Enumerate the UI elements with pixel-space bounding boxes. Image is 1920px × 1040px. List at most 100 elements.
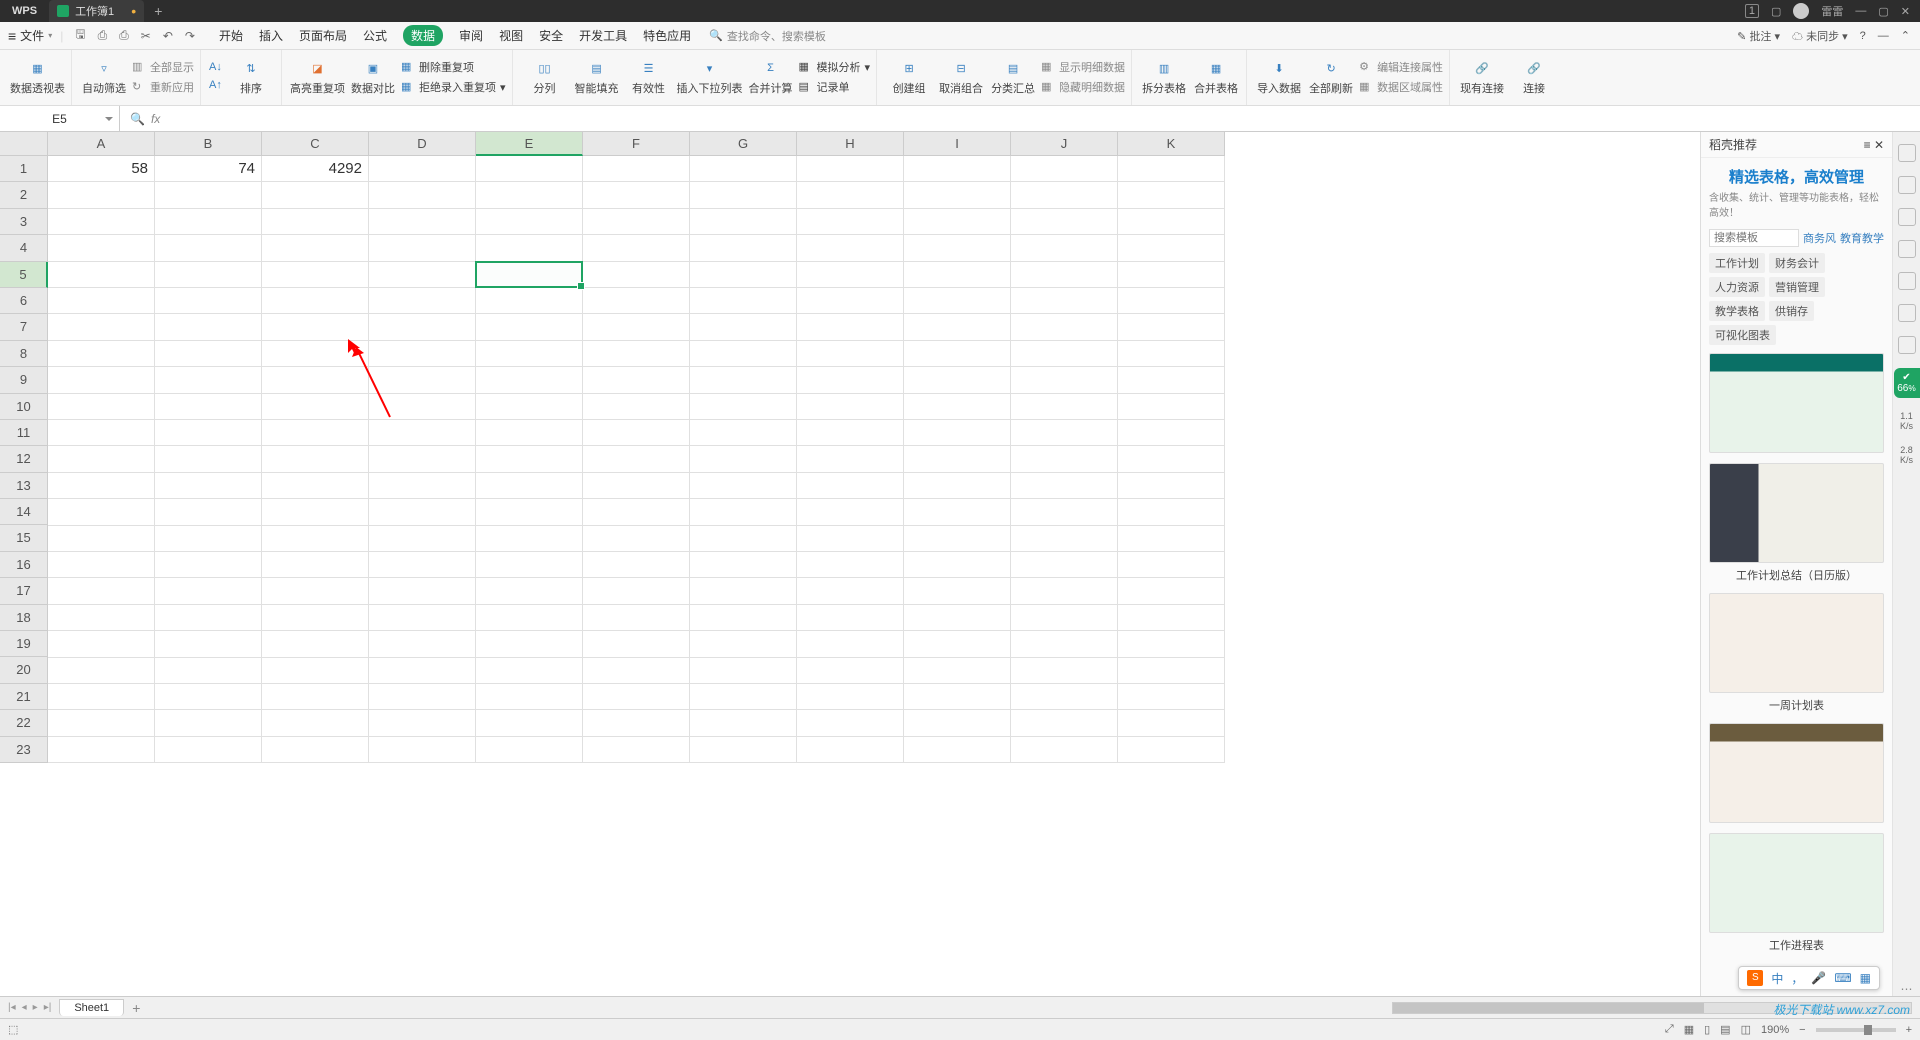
cell[interactable]: [48, 710, 155, 736]
cell[interactable]: [797, 288, 904, 314]
cell[interactable]: [262, 182, 369, 208]
cell[interactable]: [1011, 235, 1118, 261]
cell[interactable]: [797, 367, 904, 393]
spreadsheet[interactable]: ABCDEFGHIJK 1234567891011121314151617181…: [0, 132, 1700, 996]
cell[interactable]: [476, 209, 583, 235]
cell[interactable]: [369, 552, 476, 578]
rail-chart-icon[interactable]: [1898, 240, 1916, 258]
cell[interactable]: [262, 341, 369, 367]
cell[interactable]: [155, 710, 262, 736]
tab-apps[interactable]: 特色应用: [643, 27, 691, 44]
row-header[interactable]: 6: [0, 288, 48, 314]
cell[interactable]: [262, 631, 369, 657]
cell[interactable]: [48, 235, 155, 261]
subtotal-button[interactable]: ▤分类汇总: [989, 53, 1037, 101]
row-header[interactable]: 5: [0, 262, 48, 288]
tab-security[interactable]: 安全: [539, 27, 563, 44]
row-header[interactable]: 9: [0, 367, 48, 393]
cell[interactable]: [797, 658, 904, 684]
cell[interactable]: [583, 737, 690, 763]
cell[interactable]: [48, 446, 155, 472]
cell[interactable]: [155, 473, 262, 499]
cell[interactable]: [1118, 367, 1225, 393]
cell[interactable]: [904, 710, 1011, 736]
cell[interactable]: [369, 684, 476, 710]
cell[interactable]: [583, 182, 690, 208]
cell[interactable]: [155, 737, 262, 763]
zoom-slider[interactable]: [1816, 1028, 1896, 1032]
cell[interactable]: [262, 420, 369, 446]
zoom-out-button[interactable]: −: [1799, 1024, 1805, 1036]
cell[interactable]: [262, 658, 369, 684]
cell[interactable]: [155, 578, 262, 604]
cell[interactable]: [155, 341, 262, 367]
cell[interactable]: [1118, 737, 1225, 763]
cell[interactable]: [369, 658, 476, 684]
cell[interactable]: [476, 314, 583, 340]
row-header[interactable]: 15: [0, 525, 48, 551]
template-card[interactable]: [1709, 353, 1884, 453]
column-header[interactable]: E: [476, 132, 583, 156]
cell[interactable]: [1011, 367, 1118, 393]
cell[interactable]: [1011, 341, 1118, 367]
cell[interactable]: [1118, 684, 1225, 710]
split-table-button[interactable]: ▥拆分表格: [1140, 53, 1188, 101]
highlight-dup-button[interactable]: ◪高亮重复项: [290, 53, 345, 101]
cell[interactable]: [690, 737, 797, 763]
cell[interactable]: [1118, 605, 1225, 631]
cell[interactable]: [476, 394, 583, 420]
cell[interactable]: [369, 578, 476, 604]
template-link-education[interactable]: 教育教学: [1840, 230, 1884, 246]
consolidate-button[interactable]: Σ合并计算: [747, 53, 795, 101]
sheet-nav-next[interactable]: ▸: [33, 1002, 38, 1013]
cell[interactable]: [155, 684, 262, 710]
cell[interactable]: [904, 684, 1011, 710]
redo-icon[interactable]: ↷: [185, 29, 195, 43]
cell[interactable]: [155, 499, 262, 525]
cell[interactable]: [1118, 710, 1225, 736]
cell[interactable]: [155, 288, 262, 314]
existing-conn-button[interactable]: 🔗现有连接: [1458, 53, 1506, 101]
cell[interactable]: [48, 394, 155, 420]
cell[interactable]: [690, 684, 797, 710]
cell[interactable]: [583, 526, 690, 552]
cell[interactable]: [904, 605, 1011, 631]
column-header[interactable]: K: [1118, 132, 1225, 156]
row-header[interactable]: 23: [0, 737, 48, 763]
show-all-button[interactable]: ▥全部显示: [132, 59, 194, 75]
cell[interactable]: [904, 526, 1011, 552]
cell[interactable]: [476, 288, 583, 314]
cell[interactable]: [476, 182, 583, 208]
cell[interactable]: [1011, 420, 1118, 446]
cell[interactable]: [369, 209, 476, 235]
template-card[interactable]: 工作计划总结（日历版）: [1709, 463, 1884, 583]
hamburger-icon[interactable]: ≡: [8, 28, 16, 44]
column-header[interactable]: J: [1011, 132, 1118, 156]
cell[interactable]: [48, 341, 155, 367]
template-search[interactable]: [1709, 229, 1799, 247]
document-tab[interactable]: 工作簿1 •: [49, 0, 144, 22]
column-header[interactable]: I: [904, 132, 1011, 156]
cell[interactable]: [262, 499, 369, 525]
cell[interactable]: [369, 314, 476, 340]
tab-devtools[interactable]: 开发工具: [579, 27, 627, 44]
cell[interactable]: [48, 605, 155, 631]
cell[interactable]: [583, 605, 690, 631]
cell[interactable]: [1118, 473, 1225, 499]
cell[interactable]: [48, 552, 155, 578]
cell[interactable]: [262, 578, 369, 604]
cell[interactable]: [48, 658, 155, 684]
cell[interactable]: [476, 710, 583, 736]
cell[interactable]: [476, 737, 583, 763]
cell[interactable]: [797, 446, 904, 472]
column-header[interactable]: G: [690, 132, 797, 156]
cell[interactable]: [690, 156, 797, 182]
cell[interactable]: [1011, 473, 1118, 499]
import-data-button[interactable]: ⬇导入数据: [1255, 53, 1303, 101]
cell[interactable]: [690, 658, 797, 684]
cell[interactable]: [48, 314, 155, 340]
cell[interactable]: [1011, 684, 1118, 710]
cell[interactable]: [476, 420, 583, 446]
tab-view[interactable]: 视图: [499, 27, 523, 44]
column-header[interactable]: C: [262, 132, 369, 156]
